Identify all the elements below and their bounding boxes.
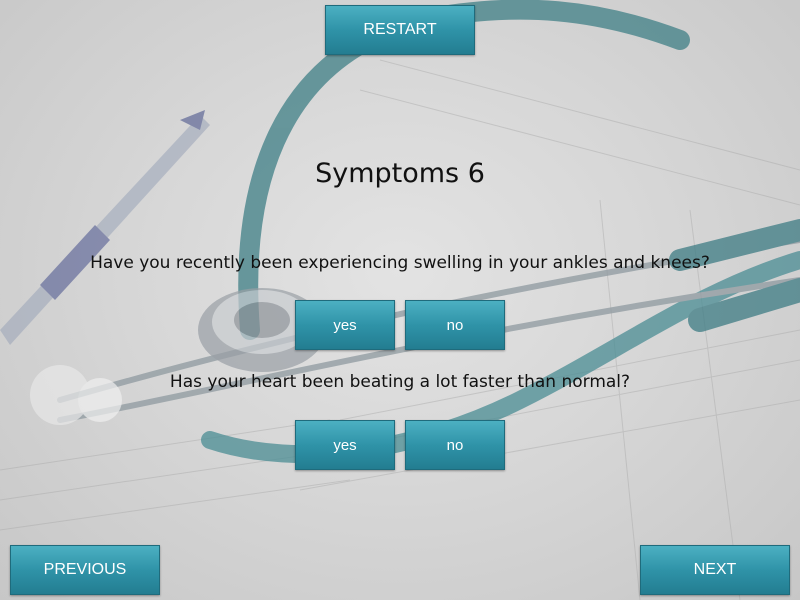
restart-button-label: RESTART: [363, 21, 437, 38]
page-title: Symptoms 6: [315, 158, 485, 189]
no-button-label: no: [446, 436, 464, 454]
next-button[interactable]: NEXT: [640, 545, 790, 595]
q2-yes-button[interactable]: yes: [295, 420, 395, 470]
restart-button[interactable]: RESTART: [325, 5, 475, 55]
next-button-label: NEXT: [693, 561, 737, 578]
q2-no-button[interactable]: no: [405, 420, 505, 470]
previous-button-label: PREVIOUS: [43, 561, 127, 578]
yes-button-label: yes: [333, 316, 357, 334]
q1-no-button[interactable]: no: [405, 300, 505, 350]
background-image: [0, 0, 800, 600]
no-button-label: no: [446, 316, 464, 334]
previous-button[interactable]: PREVIOUS: [10, 545, 160, 595]
question-text: Has your heart been beating a lot faster…: [169, 372, 631, 392]
q1-yes-button[interactable]: yes: [295, 300, 395, 350]
question-text: Have you recently been experiencing swel…: [90, 253, 710, 273]
yes-button-label: yes: [333, 436, 357, 454]
stethoscope-illustration: [0, 0, 800, 600]
